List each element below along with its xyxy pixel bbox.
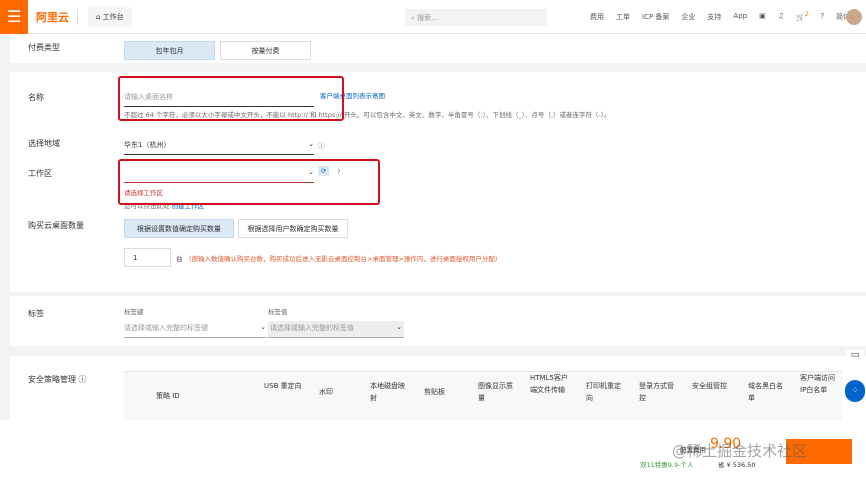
col-login: 登录方式管控 bbox=[639, 382, 674, 402]
tag-value-select[interactable]: 请选择或输入完整的标签值 ⌄ bbox=[268, 321, 404, 338]
tag-value-placeholder: 请选择或输入完整的标签值 bbox=[270, 324, 354, 332]
workbench-label: 工作台 bbox=[102, 12, 124, 21]
pay-type-section: 付费类型 包年包月 按量付费 bbox=[10, 34, 866, 63]
chevron-down-icon: ⌄ bbox=[396, 323, 402, 331]
top-nav: 费用 工单 ICP 备案 企业 支持 App ▣ ♫ 🛒2 ? 简体 bbox=[590, 12, 850, 22]
hamburger-icon[interactable]: ☰ bbox=[0, 0, 28, 34]
quantity-by-users-option[interactable]: 根据选择用户数确定购买数量 bbox=[238, 219, 348, 238]
pay-as-you-go-option[interactable]: 按量付费 bbox=[220, 41, 311, 60]
workbench-link[interactable]: ⌂ 工作台 bbox=[88, 6, 132, 27]
col-image-quality: 图像显示质量 bbox=[478, 382, 513, 402]
nav-app[interactable]: App bbox=[733, 12, 747, 22]
quantity-unit: 台 bbox=[176, 255, 183, 263]
search-placeholder: 搜索... bbox=[417, 14, 438, 22]
security-label: 安全策略管理 ⓘ bbox=[28, 374, 87, 385]
config-section: 名称 请输入桌面名称 客户端桌面列表示意图 不超过 64 个字符，必须以大小字母… bbox=[10, 72, 866, 292]
nav-enterprise[interactable]: 企业 bbox=[681, 12, 695, 22]
search-input[interactable]: ⌕ 搜索... bbox=[405, 9, 547, 26]
home-icon: ⌂ bbox=[96, 12, 103, 21]
nav-fees[interactable]: 费用 bbox=[590, 12, 604, 22]
nav-ticket[interactable]: 工单 bbox=[616, 12, 630, 22]
col-security-group: 安全组管控 bbox=[692, 382, 727, 390]
highlight-box bbox=[118, 159, 380, 205]
col-domain: 域名黑白名单 bbox=[748, 382, 783, 402]
tags-label: 标签 bbox=[28, 309, 44, 318]
security-label-text: 安全策略管理 bbox=[28, 375, 76, 384]
workspace-label: 工作区 bbox=[28, 169, 52, 178]
pay-type-label: 付费类型 bbox=[28, 43, 60, 52]
col-clipboard: 剪贴板 bbox=[424, 388, 445, 396]
help-icon[interactable]: ? bbox=[820, 12, 824, 22]
chevron-down-icon: ⌄ bbox=[260, 323, 266, 331]
region-select[interactable]: 华东1（杭州） ⌄ bbox=[124, 140, 314, 155]
security-section: 安全策略管理 ⓘ 策略 ID USB 重定向 水印 本地磁盘映射 剪贴板 图像显… bbox=[10, 356, 866, 420]
quantity-input[interactable]: 1 bbox=[124, 248, 171, 267]
nav-icp[interactable]: ICP 备案 bbox=[642, 12, 669, 22]
float-menu-icon[interactable]: ⁘ bbox=[845, 380, 865, 402]
help-icon[interactable]: ⓘ bbox=[79, 375, 87, 384]
region-value: 华东1（杭州） bbox=[124, 141, 171, 149]
help-icon[interactable]: ⓘ bbox=[318, 140, 325, 150]
quantity-label: 购买云桌面数量 bbox=[28, 221, 84, 230]
subscription-option[interactable]: 包年包月 bbox=[124, 41, 215, 60]
region-label: 选择地域 bbox=[28, 139, 60, 148]
tag-key-placeholder: 请选择或输入完整的标签键 bbox=[124, 324, 208, 332]
cart-icon[interactable]: 🛒2 bbox=[796, 12, 808, 22]
name-label: 名称 bbox=[28, 93, 44, 102]
feedback-icon[interactable]: ▭ bbox=[846, 350, 864, 368]
col-disk: 本地磁盘映射 bbox=[370, 382, 405, 402]
col-watermark: 水印 bbox=[319, 388, 333, 396]
terminal-icon[interactable]: ▣ bbox=[759, 12, 766, 22]
watermark: @稀土掘金技术社区 bbox=[672, 442, 808, 460]
col-html5: HTML5客户端文件传输 bbox=[530, 374, 568, 394]
col-printer: 打印机重定向 bbox=[586, 382, 621, 402]
cart-badge: 2 bbox=[804, 12, 809, 18]
policy-table-header: 策略 ID USB 重定向 水印 本地磁盘映射 剪贴板 图像显示质量 HTML5… bbox=[124, 371, 842, 420]
nav-support[interactable]: 支持 bbox=[707, 12, 721, 22]
tag-key-label: 标签键 bbox=[124, 308, 144, 316]
chevron-down-icon: ⌄ bbox=[308, 140, 314, 148]
tag-key-select[interactable]: 请选择或输入完整的标签键 ⌄ bbox=[124, 323, 266, 338]
tag-value-label: 标签值 bbox=[268, 308, 288, 316]
col-ip-whitelist: 客户端访问IP白名单 bbox=[800, 374, 835, 394]
top-bar: ☰ 阿里云 ⌂ 工作台 ⌕ 搜索... 费用 工单 ICP 备案 企业 支持 A… bbox=[0, 0, 866, 34]
col-policy-id: 策略 ID bbox=[156, 392, 180, 400]
tags-section: 标签 标签键 请选择或输入完整的标签键 ⌄ 标签值 请选择或输入完整的标签值 ⌄ bbox=[10, 296, 866, 346]
quantity-by-value-option[interactable]: 根据设置数值确定购买数量 bbox=[124, 219, 234, 238]
avatar[interactable] bbox=[846, 9, 862, 25]
footer-bar: 配置费用 9.90 双11特惠9.9-个人 省 ¥ 536.50 @稀土掘金技术… bbox=[0, 420, 866, 477]
col-usb: USB 重定向 bbox=[264, 382, 302, 390]
quantity-note: （按输入数值确认购买台数，购买成功后进入无影云桌面控制台>桌面管理>操作内，进行… bbox=[185, 255, 502, 263]
highlight-box bbox=[118, 76, 344, 121]
bell-icon[interactable]: ♫ bbox=[778, 12, 784, 22]
logo[interactable]: 阿里云 bbox=[36, 8, 78, 25]
